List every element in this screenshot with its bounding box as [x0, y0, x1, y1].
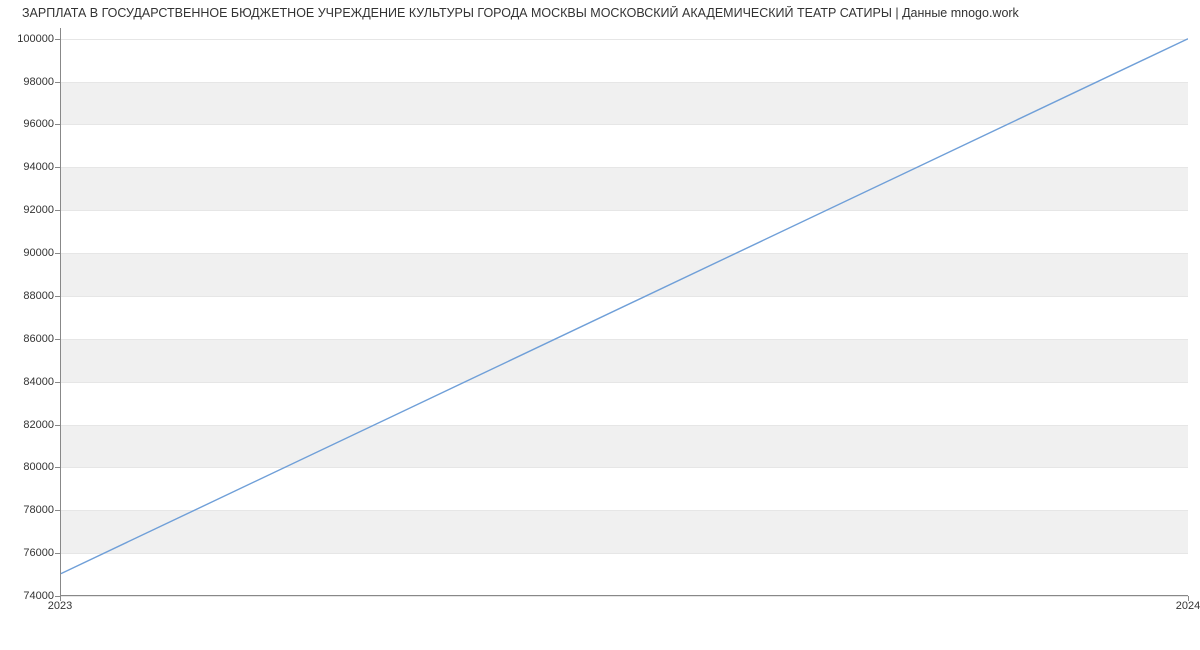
- y-tick-label: 98000: [6, 76, 54, 88]
- y-tick-label: 92000: [6, 204, 54, 216]
- plot-area: [60, 28, 1188, 596]
- y-tick-label: 80000: [6, 461, 54, 473]
- y-tick-label: 86000: [6, 333, 54, 345]
- y-tick-label: 82000: [6, 419, 54, 431]
- line-series: [61, 28, 1188, 595]
- y-tick-mark: [55, 253, 60, 254]
- y-tick-label: 88000: [6, 290, 54, 302]
- y-tick-mark: [55, 467, 60, 468]
- y-tick-label: 90000: [6, 247, 54, 259]
- x-tick-mark: [1188, 596, 1189, 601]
- y-tick-label: 84000: [6, 376, 54, 388]
- y-tick-label: 76000: [6, 547, 54, 559]
- y-tick-mark: [55, 210, 60, 211]
- y-tick-mark: [55, 39, 60, 40]
- grid-line: [61, 596, 1188, 597]
- y-tick-mark: [55, 82, 60, 83]
- y-tick-mark: [55, 167, 60, 168]
- y-tick-mark: [55, 425, 60, 426]
- y-tick-label: 96000: [6, 118, 54, 130]
- y-tick-mark: [55, 124, 60, 125]
- y-tick-label: 100000: [6, 33, 54, 45]
- x-tick-mark: [60, 596, 61, 601]
- chart-container: ЗАРПЛАТА В ГОСУДАРСТВЕННОЕ БЮДЖЕТНОЕ УЧР…: [0, 0, 1200, 650]
- x-tick-label: 2024: [1176, 600, 1200, 612]
- y-tick-mark: [55, 339, 60, 340]
- y-tick-mark: [55, 296, 60, 297]
- chart-title: ЗАРПЛАТА В ГОСУДАРСТВЕННОЕ БЮДЖЕТНОЕ УЧР…: [22, 6, 1190, 20]
- y-tick-mark: [55, 553, 60, 554]
- y-tick-mark: [55, 510, 60, 511]
- y-tick-label: 78000: [6, 504, 54, 516]
- y-tick-mark: [55, 382, 60, 383]
- y-tick-label: 94000: [6, 161, 54, 173]
- x-tick-label: 2023: [48, 600, 72, 612]
